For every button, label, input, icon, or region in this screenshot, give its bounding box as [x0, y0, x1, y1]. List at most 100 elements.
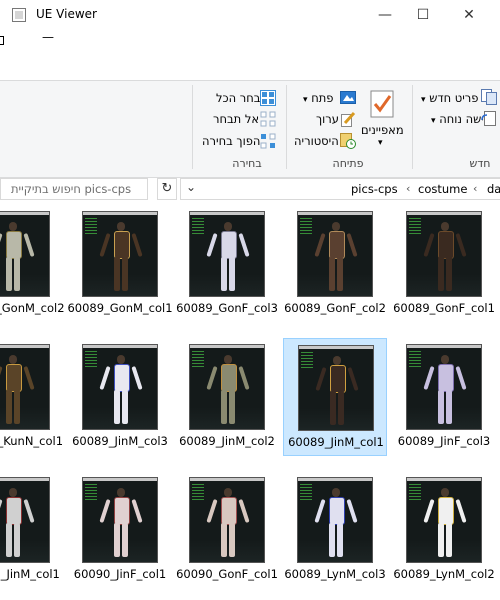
file-thumbnail — [189, 477, 265, 563]
file-item[interactable]: 60090_JinM_col1 — [0, 471, 64, 589]
file-thumbnail — [0, 344, 50, 430]
file-name: 60089_LynM_col2 — [393, 567, 495, 581]
new-item-dropdown-arrow: ▾ — [421, 95, 426, 105]
open-button[interactable]: ▾ פתח — [303, 89, 333, 107]
file-name: 60089_GonF_col2 — [284, 301, 386, 315]
file-item[interactable]: 60089_JinM_col2 — [175, 338, 279, 456]
file-thumbnail — [406, 344, 482, 430]
properties-dropdown-arrow: ▾ — [378, 138, 383, 148]
ribbon-separator — [192, 85, 193, 169]
file-thumbnail — [297, 211, 373, 297]
app-icon — [12, 8, 26, 22]
file-thumbnail — [0, 477, 50, 563]
refresh-button[interactable]: ↻ — [157, 178, 177, 200]
file-thumbnail — [82, 344, 158, 430]
history-icon — [340, 133, 356, 149]
file-thumbnail — [82, 211, 158, 297]
edit-label: ערוך — [316, 112, 339, 126]
search-placeholder: חיפוש בתיקיית pics-cps — [11, 182, 132, 196]
quick-access-icon[interactable] — [0, 36, 4, 45]
open-dropdown-arrow: ▾ — [303, 95, 308, 105]
properties-button[interactable]: מאפיינים ▾ — [358, 87, 406, 153]
ribbon-group-label-open: פתיחה — [332, 157, 364, 170]
invert-selection-label: הפוך בחירה — [202, 134, 261, 148]
file-name: 60089_GonF_col3 — [176, 301, 278, 315]
address-dropdown-icon[interactable]: ⌄ — [186, 180, 196, 194]
file-item[interactable]: 60089_JinM_col1 — [283, 338, 387, 456]
select-all-icon — [260, 90, 276, 106]
search-input[interactable]: חיפוש בתיקיית pics-cps — [0, 178, 148, 200]
select-none-button[interactable]: אל תבחר — [213, 110, 259, 128]
file-item[interactable]: 60089_JinF_col3 — [392, 338, 496, 456]
file-item[interactable]: 60089_GonM_col1 — [67, 205, 173, 323]
file-thumbnail — [0, 211, 50, 297]
file-thumbnail — [189, 211, 265, 297]
history-button[interactable]: היסטוריה — [294, 132, 339, 150]
file-name: 60089_GonM_col1 — [67, 301, 173, 315]
open-icon — [340, 91, 356, 104]
file-name: 60089_GonM_col2 — [0, 301, 65, 315]
address-bar-row: חיפוש בתיקיית pics-cps ↻ ⌄ pics-cps ‹ co… — [0, 178, 500, 202]
ribbon-separator — [286, 85, 287, 169]
select-all-label: בחר הכל — [216, 91, 261, 105]
file-item[interactable]: 60089_GonF_col2 — [283, 205, 387, 323]
file-item[interactable]: 60089_GonM_col2 — [0, 205, 65, 323]
ribbon-group-label-select: בחירה — [232, 157, 262, 170]
file-thumbnail — [82, 477, 158, 563]
breadcrumb-item-da[interactable]: da — [487, 182, 500, 196]
new-item-button[interactable]: ▾ פריט חדש — [421, 89, 478, 107]
file-item[interactable]: 60090_GonF_col1 — [175, 471, 279, 589]
invert-selection-button[interactable]: הפוך בחירה — [202, 132, 260, 150]
file-name: 60089_JinM_col1 — [288, 435, 384, 449]
file-item[interactable]: 60090_JinF_col1 — [68, 471, 172, 589]
file-name: 60090_GonF_col1 — [176, 567, 278, 581]
ribbon: בחר הכל אל תבחר הפוך בחירה בחירה ▾ פתח ע… — [0, 80, 500, 178]
file-thumbnail — [297, 477, 373, 563]
file-name: 60090_JinM_col1 — [0, 567, 60, 581]
new-item-icon — [481, 89, 497, 105]
file-name: 60089_LynM_col3 — [284, 567, 386, 581]
file-grid: 60089_GonF_col1 60089_GonF_col2 60089_GonF… — [0, 205, 500, 600]
breadcrumb-item-pics-cps[interactable]: pics-cps — [351, 182, 398, 196]
close-button[interactable]: ✕ — [446, 0, 492, 30]
properties-label: מאפיינים — [361, 123, 404, 137]
file-name: 60089_JinF_col3 — [397, 434, 491, 448]
ribbon-separator — [412, 85, 413, 169]
quick-access-toolbar: — — [0, 30, 500, 52]
pin-icon[interactable]: — — [42, 30, 54, 44]
window-title: UE Viewer — [36, 7, 97, 21]
file-thumbnail — [406, 211, 482, 297]
file-item[interactable]: 60089_KunN_col1 — [0, 338, 64, 456]
edit-pencil-icon — [341, 111, 356, 127]
breadcrumb[interactable]: ⌄ pics-cps ‹ costume ‹ da — [180, 178, 500, 200]
select-none-icon — [260, 111, 276, 127]
select-all-button[interactable]: בחר הכל — [216, 89, 260, 107]
breadcrumb-separator-icon: ‹ — [406, 182, 411, 195]
select-none-label: אל תבחר — [213, 112, 260, 126]
file-item[interactable]: 60089_LynM_col2 — [392, 471, 496, 589]
edit-button[interactable]: ערוך — [316, 110, 339, 128]
easy-access-button[interactable]: ▾ גישה נוחה — [431, 110, 489, 128]
file-item[interactable]: 60089_GonF_col1 — [392, 205, 496, 323]
file-item[interactable]: 60089_JinM_col3 — [68, 338, 172, 456]
file-thumbnail — [189, 344, 265, 430]
invert-selection-icon — [260, 133, 276, 149]
file-thumbnail — [406, 477, 482, 563]
properties-icon — [370, 90, 394, 118]
breadcrumb-item-costume[interactable]: costume — [418, 182, 467, 196]
file-item[interactable]: 60089_LynM_col3 — [283, 471, 387, 589]
file-name: 60090_JinF_col1 — [73, 567, 167, 581]
easy-access-icon — [481, 111, 496, 126]
open-label: פתח — [311, 91, 334, 105]
file-name: 60089_GonF_col1 — [393, 301, 495, 315]
file-name: 60089_KunN_col1 — [0, 434, 64, 448]
new-item-label: פריט חדש — [429, 91, 479, 105]
history-label: היסטוריה — [294, 134, 339, 148]
maximize-button[interactable]: ☐ — [400, 0, 446, 30]
file-item[interactable]: 60089_GonF_col3 — [175, 205, 279, 323]
file-name: 60089_JinM_col3 — [72, 434, 168, 448]
title-bar: UE Viewer — ☐ ✕ — [0, 0, 500, 30]
breadcrumb-separator-icon: ‹ — [473, 182, 478, 195]
file-thumbnail — [298, 345, 374, 431]
file-name: 60089_JinM_col2 — [179, 434, 275, 448]
